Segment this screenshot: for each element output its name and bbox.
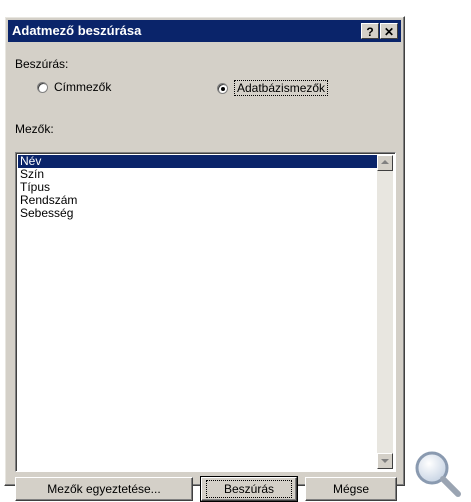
list-item[interactable]: Név (18, 155, 377, 168)
scroll-up-button[interactable] (377, 155, 393, 171)
radio-address-fields[interactable]: Címmezők (37, 80, 111, 94)
arrow-down-icon (381, 459, 389, 463)
scroll-down-button[interactable] (377, 453, 393, 469)
magnifier-icon[interactable] (412, 448, 464, 500)
match-fields-button[interactable]: Mezők egyeztetése... (15, 477, 193, 501)
fields-list: Név Szín Típus Rendszám Sebesség (18, 155, 377, 469)
cancel-button[interactable]: Mégse (305, 477, 397, 501)
arrow-up-icon (381, 160, 389, 164)
fields-listbox[interactable]: Név Szín Típus Rendszám Sebesség (15, 152, 396, 472)
dialog-title: Adatmező beszúrása (12, 23, 142, 38)
list-item[interactable]: Sebesség (18, 207, 377, 220)
radio-address-fields-label: Címmezők (54, 80, 112, 94)
insert-merge-field-dialog: Adatmező beszúrása ? ✕ Beszúrás: Címmező… (4, 16, 405, 502)
radio-database-fields[interactable]: Adatbázismezők (217, 80, 329, 96)
dialog-titlebar: Adatmező beszúrása ? ✕ (8, 20, 401, 42)
list-item[interactable]: Szín (18, 168, 377, 181)
close-button[interactable]: ✕ (380, 23, 398, 39)
radio-button-checked-icon[interactable] (217, 82, 228, 94)
insert-group-label: Beszúrás: (15, 57, 69, 71)
fields-label: Mezők: (15, 122, 54, 136)
insert-button-label: Beszúrás (206, 480, 292, 498)
radio-database-fields-label: Adatbázismezők (234, 80, 329, 96)
help-button[interactable]: ? (361, 23, 379, 39)
insert-button[interactable]: Beszúrás (200, 476, 298, 502)
radio-button-icon[interactable] (37, 81, 48, 93)
listbox-scrollbar[interactable] (377, 155, 393, 469)
